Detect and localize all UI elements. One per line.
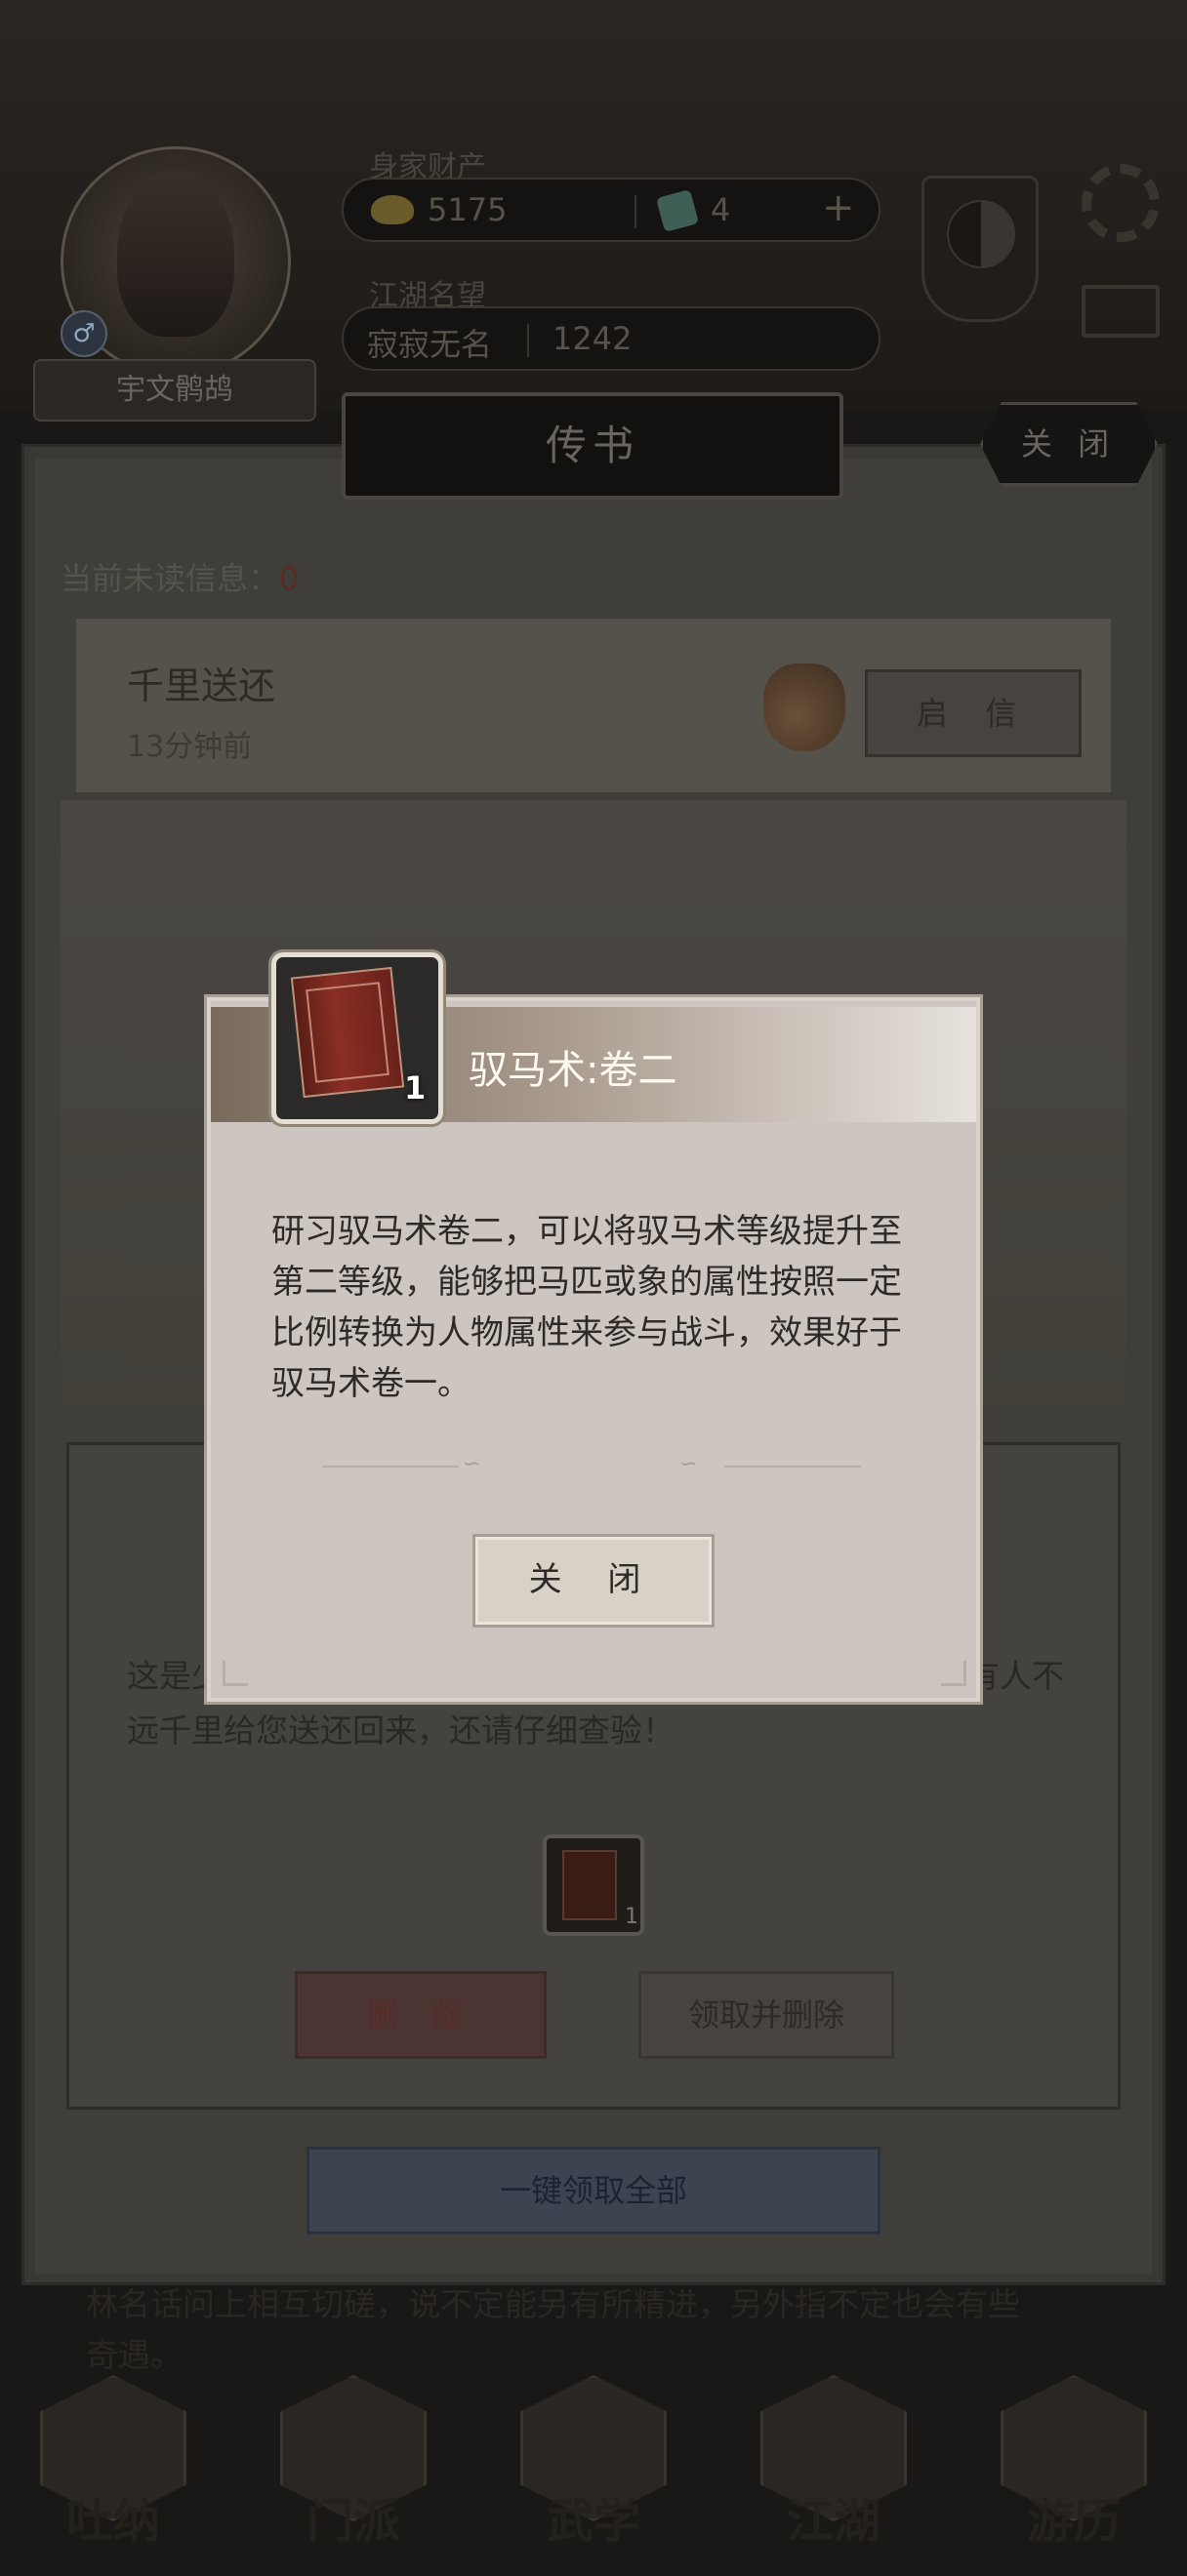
- swirl-ornament: ∽: [463, 1452, 481, 1476]
- divider-left: [322, 1466, 459, 1468]
- dialog-close-button[interactable]: 关 闭: [472, 1534, 715, 1628]
- item-name: 驭马术:卷二: [469, 1048, 677, 1093]
- item-count: 1: [404, 1069, 427, 1107]
- corner-ornament: [223, 1661, 248, 1686]
- swirl-ornament: ∽: [679, 1452, 698, 1476]
- book-cover-detail: [306, 982, 389, 1083]
- item-description: 研习驭马术卷二，可以将驭马术等级提升至第二等级，能够把马匹或象的属性按照一定比例…: [271, 1212, 902, 1403]
- divider-right: [724, 1466, 861, 1468]
- corner-ornament: [941, 1661, 966, 1686]
